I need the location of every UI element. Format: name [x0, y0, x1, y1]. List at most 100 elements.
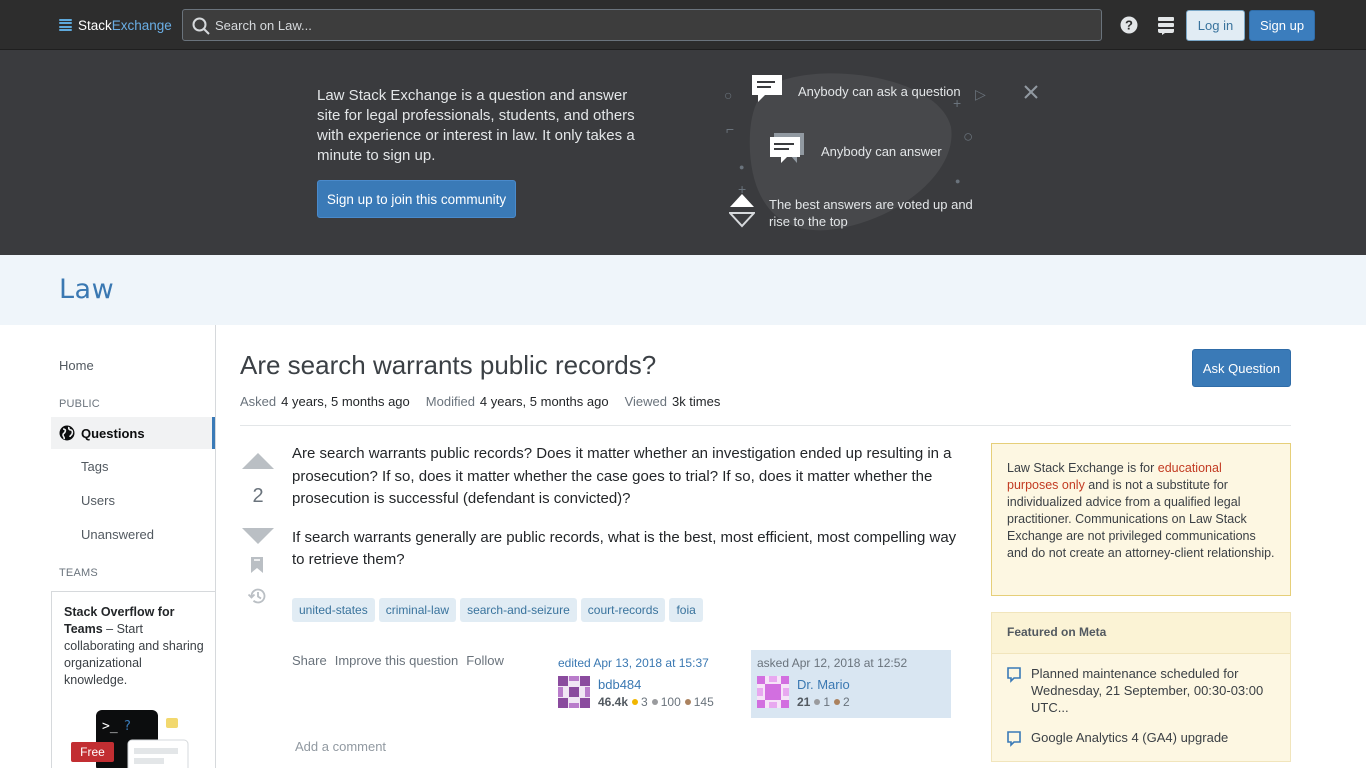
feature-voting-text: The best answers are voted up and rise t… — [769, 197, 973, 229]
question-meta: Asked 4 years, 5 months ago Modified 4 yea… — [240, 394, 720, 409]
user-avatar[interactable] — [757, 676, 789, 708]
feature-answer-text: Anybody can answer — [821, 144, 942, 159]
silver-badge-icon — [651, 699, 658, 705]
editor-name[interactable]: bdb484 — [598, 677, 641, 692]
speech-bubble-icon — [1007, 731, 1021, 747]
stackexchange-icon — [59, 18, 72, 32]
asker-bronze-count: 2 — [843, 695, 850, 709]
nav-unanswered[interactable]: Unanswered — [81, 527, 154, 542]
decor-dot-icon: ● — [739, 162, 745, 172]
vote-arrows-icon — [729, 194, 755, 228]
svg-text:>_: >_ — [102, 719, 118, 734]
svg-text:?: ? — [124, 719, 131, 734]
speech-bubble-icon — [1007, 667, 1021, 683]
meta-asked: Asked 4 years, 5 months ago — [240, 394, 410, 409]
bronze-badge-icon — [684, 699, 691, 705]
follow-link[interactable]: Follow — [466, 653, 504, 668]
decor-ring-icon: ○ — [963, 127, 974, 146]
meta-asked-label: Asked — [240, 394, 277, 409]
history-icon[interactable] — [248, 587, 267, 605]
search-icon — [192, 17, 210, 35]
nav-home[interactable]: Home — [59, 358, 94, 373]
editor-gold-count: 3 — [641, 695, 648, 709]
nav-questions[interactable]: Questions — [51, 417, 215, 449]
nav-public-heading: PUBLIC — [59, 398, 100, 410]
asker-signature: asked Apr 12, 2018 at 12:52 Dr. Mario 21… — [751, 650, 951, 718]
silver-badge-icon — [814, 699, 821, 705]
feature-ask-text: Anybody can ask a question — [798, 84, 961, 99]
featured-meta-item[interactable]: Planned maintenance scheduled for Wednes… — [1007, 665, 1277, 717]
gold-badge-icon — [632, 699, 639, 705]
upvote-button-icon[interactable] — [242, 452, 274, 470]
logo-exchange-text: Exchange — [111, 17, 172, 33]
downvote-button-icon[interactable] — [242, 527, 274, 545]
globe-icon — [59, 425, 75, 441]
editor-signature: edited Apr 13, 2018 at 15:37 bdb484 46.4… — [552, 650, 742, 718]
decor-corner-icon: ⌐ — [726, 121, 735, 137]
share-link[interactable]: Share — [292, 653, 327, 668]
user-avatar[interactable] — [558, 676, 590, 708]
login-button[interactable]: Log in — [1186, 10, 1245, 41]
featured-meta-item-text[interactable]: Planned maintenance scheduled for Wednes… — [1031, 665, 1281, 716]
tag-court-records[interactable]: court-records — [580, 598, 666, 622]
bookmark-icon[interactable] — [251, 557, 263, 573]
decor-dot-icon: ● — [955, 176, 961, 186]
search-box[interactable] — [182, 9, 1102, 41]
question-paragraph: Are search warrants public records? Does… — [292, 445, 952, 507]
featured-meta-box: Featured on Meta Planned maintenance sch… — [991, 612, 1291, 762]
bronze-badge-icon — [834, 699, 841, 705]
nav-questions-label: Questions — [81, 426, 145, 441]
site-switcher-icon[interactable] — [1156, 15, 1176, 35]
featured-meta-item[interactable]: Google Analytics 4 (GA4) upgrade — [1007, 729, 1277, 749]
stackexchange-logo[interactable]: Stack Exchange — [59, 15, 172, 35]
add-comment-link[interactable]: Add a comment — [295, 739, 386, 754]
vote-count: 2 — [252, 485, 264, 507]
help-icon[interactable]: ? — [1119, 15, 1139, 35]
question-title[interactable]: Are search warrants public records? — [240, 350, 656, 381]
nav-tags[interactable]: Tags — [81, 459, 108, 474]
signup-hero-banner: Law Stack Exchange is a question and ans… — [0, 50, 1366, 255]
tag-foia[interactable]: foia — [669, 598, 703, 622]
search-input[interactable] — [215, 10, 1085, 40]
svg-text:?: ? — [1125, 18, 1133, 33]
site-notice: Law Stack Exchange is for educational pu… — [991, 443, 1291, 596]
top-bar: StackExchange ? Log in Sign up — [0, 0, 1366, 50]
signup-button[interactable]: Sign up — [1249, 10, 1315, 41]
teams-promo: Stack Overflow for Teams – Start collabo… — [51, 591, 215, 768]
featured-meta-list: Planned maintenance scheduled for Wednes… — [992, 654, 1290, 761]
asked-timestamp: asked Apr 12, 2018 at 12:52 — [757, 656, 908, 670]
join-community-button[interactable]: Sign up to join this community — [317, 180, 516, 218]
nav-teams-heading: TEAMS — [59, 567, 98, 579]
question-paragraph: If search warrants generally are public … — [292, 528, 957, 569]
featured-meta-heading: Featured on Meta — [992, 613, 1290, 654]
meta-modified-value[interactable]: 4 years, 5 months ago — [480, 394, 609, 409]
ask-question-button[interactable]: Ask Question — [1192, 349, 1291, 387]
tag-united-states[interactable]: united-states — [292, 598, 375, 622]
meta-modified: Modified 4 years, 5 months ago — [426, 394, 609, 409]
edited-timestamp[interactable]: edited Apr 13, 2018 at 15:37 — [558, 656, 736, 670]
tag-search-and-seizure[interactable]: search-and-seizure — [460, 598, 577, 622]
editor-silver-count: 100 — [660, 695, 681, 709]
editor-bronze-count: 145 — [693, 695, 714, 709]
nav-users[interactable]: Users — [81, 493, 115, 508]
meta-viewed: Viewed 3k times — [625, 394, 721, 409]
asker-silver-count: 1 — [823, 695, 831, 709]
site-name-link[interactable]: Law — [59, 274, 114, 305]
tag-criminal-law[interactable]: criminal-law — [378, 598, 457, 622]
close-icon[interactable] — [1022, 83, 1040, 101]
question-body: Are search warrants public records? Does… — [292, 443, 957, 588]
answer-icon — [770, 133, 804, 163]
tag-list: united-states criminal-law search-and-se… — [292, 598, 703, 622]
ask-question-icon — [752, 75, 782, 102]
improve-question-link[interactable]: Improve this question — [335, 653, 459, 668]
meta-viewed-value: 3k times — [671, 394, 721, 409]
meta-modified-label: Modified — [425, 394, 475, 409]
teams-promo-text: Stack Overflow for Teams – Start collabo… — [64, 604, 204, 689]
featured-meta-item-text[interactable]: Google Analytics 4 (GA4) upgrade — [1031, 729, 1281, 746]
asker-rep-score: 21 — [797, 695, 811, 709]
decor-play-icon: ▷ — [975, 86, 986, 102]
logo-stack-text: Stack — [78, 17, 112, 33]
asker-name[interactable]: Dr. Mario — [797, 677, 850, 692]
site-header: Law — [0, 255, 1366, 325]
header-divider — [240, 425, 1291, 426]
